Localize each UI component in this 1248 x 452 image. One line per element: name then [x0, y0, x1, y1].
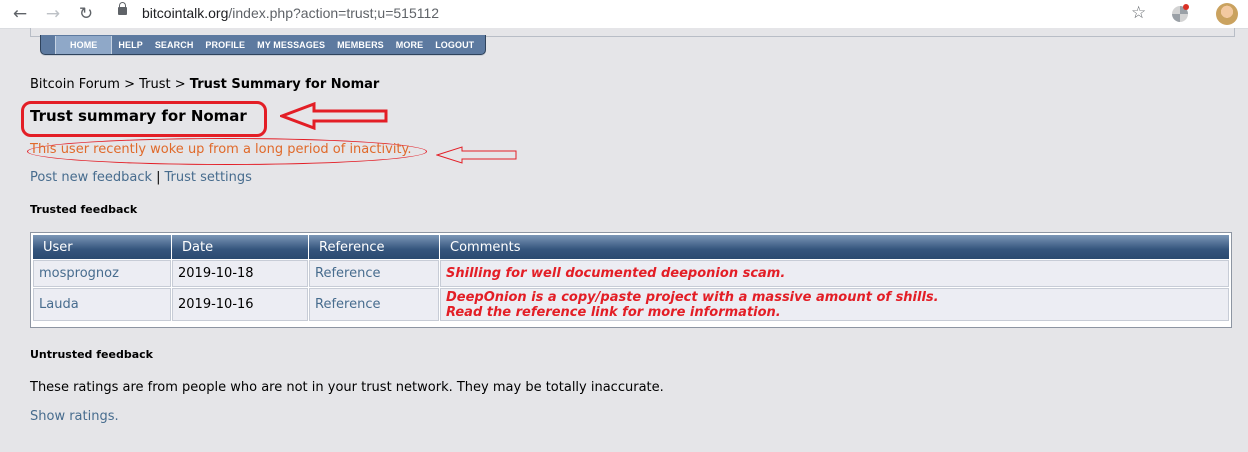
- user-link[interactable]: mosprognoz: [39, 266, 119, 281]
- trust-settings-link[interactable]: Trust settings: [164, 170, 251, 185]
- url-path: /index.php?action=trust;u=515112: [228, 5, 440, 21]
- extension-badge-icon: [1183, 4, 1189, 10]
- menu-item-my-messages[interactable]: MY MESSAGES: [251, 36, 331, 54]
- address-bar[interactable]: bitcointalk.org/index.php?action=trust;u…: [142, 5, 439, 21]
- browser-toolbar: ← → ↻ bitcointalk.org/index.php?action=t…: [0, 0, 1248, 29]
- back-arrow-icon[interactable]: ←: [10, 4, 30, 24]
- column-header-comments: Comments: [440, 235, 1229, 259]
- inactivity-notice: This user recently woke up from a long p…: [30, 142, 412, 157]
- comment-cell: DeepOnion is a copy/paste project with a…: [440, 288, 1229, 321]
- menu-item-help[interactable]: HELP: [112, 36, 148, 54]
- user-cell: mosprognoz: [33, 260, 171, 287]
- annotation-arrow-small-icon: [436, 146, 517, 164]
- column-header-date: Date: [172, 235, 308, 259]
- column-header-reference: Reference: [309, 235, 439, 259]
- untrusted-feedback-heading: Untrusted feedback: [30, 348, 153, 361]
- comment-cell: Shilling for well documented deeponion s…: [440, 260, 1229, 287]
- comment-text: Read the reference link for more informa…: [446, 304, 781, 320]
- column-header-user: User: [33, 235, 171, 259]
- breadcrumb-separator: >: [119, 77, 140, 92]
- breadcrumb-trust[interactable]: Trust: [139, 77, 170, 92]
- table-row: Lauda 2019-10-16 Reference DeepOnion is …: [33, 288, 1229, 321]
- user-link[interactable]: Lauda: [39, 297, 79, 312]
- reference-link[interactable]: Reference: [315, 297, 380, 312]
- annotation-arrow-icon: [280, 102, 388, 130]
- breadcrumb-current: Trust Summary for Nomar: [189, 77, 380, 92]
- show-ratings-link[interactable]: Show ratings.: [30, 409, 119, 424]
- breadcrumb: Bitcoin Forum > Trust > Trust Summary fo…: [30, 77, 379, 92]
- user-cell: Lauda: [33, 288, 171, 321]
- menu-item-more[interactable]: MORE: [390, 36, 429, 54]
- post-feedback-link[interactable]: Post new feedback: [30, 170, 152, 185]
- menu-item-home[interactable]: HOME: [55, 35, 113, 54]
- untrusted-description: These ratings are from people who are no…: [30, 380, 664, 395]
- comment-text: Shilling for well documented deeponion s…: [446, 266, 786, 281]
- feedback-links: Post new feedback | Trust settings: [30, 170, 252, 185]
- menu-item-members[interactable]: MEMBERS: [331, 36, 390, 54]
- menu-item-logout[interactable]: LOGOUT: [429, 36, 480, 54]
- table-header-row: User Date Reference Comments: [33, 235, 1229, 259]
- forward-arrow-icon[interactable]: →: [43, 4, 63, 24]
- breadcrumb-separator: >: [170, 77, 190, 92]
- profile-avatar[interactable]: [1216, 3, 1238, 25]
- reference-link[interactable]: Reference: [315, 266, 380, 281]
- trusted-feedback-table: User Date Reference Comments mosprognoz …: [32, 234, 1230, 322]
- date-cell: 2019-10-18: [172, 260, 308, 287]
- main-menu: HOME HELP SEARCH PROFILE MY MESSAGES MEM…: [40, 35, 487, 55]
- bookmark-star-icon[interactable]: ☆: [1131, 3, 1146, 23]
- url-host: bitcointalk.org: [142, 5, 229, 21]
- menu-item-profile[interactable]: PROFILE: [199, 36, 251, 54]
- page-title: Trust summary for Nomar: [30, 107, 247, 125]
- trusted-feedback-heading: Trusted feedback: [30, 203, 138, 216]
- lock-icon[interactable]: [118, 2, 127, 15]
- reference-cell: Reference: [309, 288, 439, 321]
- reference-cell: Reference: [309, 260, 439, 287]
- table-row: mosprognoz 2019-10-18 Reference Shilling…: [33, 260, 1229, 287]
- comment-text: DeepOnion is a copy/paste project with a…: [446, 289, 939, 305]
- reload-icon[interactable]: ↻: [76, 4, 96, 24]
- link-separator: |: [156, 170, 161, 185]
- breadcrumb-forum[interactable]: Bitcoin Forum: [30, 77, 120, 92]
- menu-item-search[interactable]: SEARCH: [149, 36, 200, 54]
- date-cell: 2019-10-16: [172, 288, 308, 321]
